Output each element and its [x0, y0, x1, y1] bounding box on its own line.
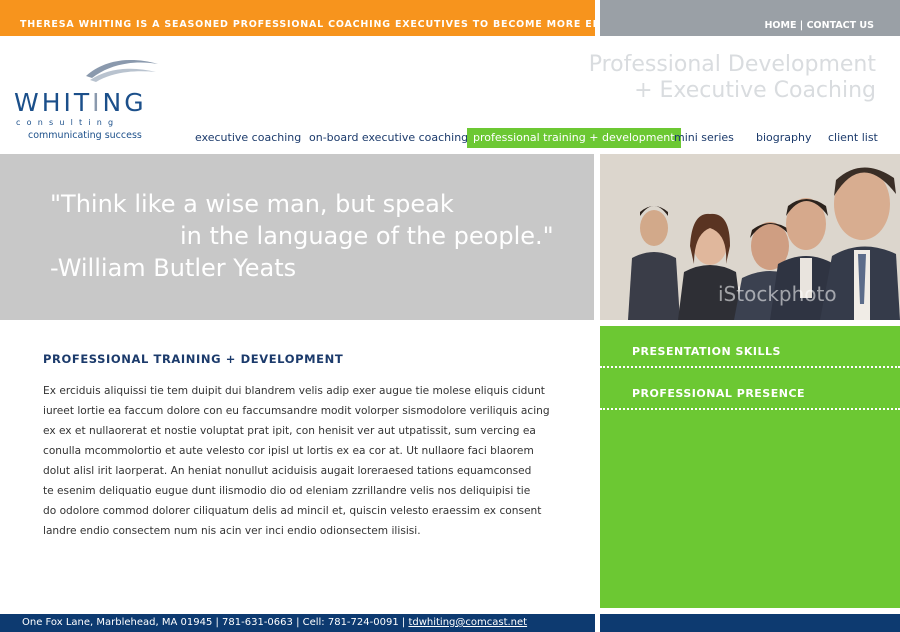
page-header-title: Professional Development + Executive Coa…	[589, 52, 876, 104]
nav-item-mini-series[interactable]: mini series	[674, 128, 734, 148]
body-line: te esenim deliquatio eugue dunt ilismodi…	[43, 485, 531, 497]
footer-contact-info: One Fox Lane, Marblehead, MA 01945 | 781…	[22, 617, 527, 628]
footer-address: One Fox Lane, Marblehead, MA 01945 | 781…	[22, 617, 406, 628]
nav-item-professional-training[interactable]: professional training + development	[467, 128, 681, 148]
footer-email-link[interactable]: tdwhiting@comcast.net	[408, 617, 527, 628]
top-links: HOME | CONTACT US	[764, 20, 874, 31]
sidebar-item-professional-presence[interactable]: PROFESSIONAL PRESENCE	[600, 368, 900, 410]
logo-subtitle: consulting	[16, 118, 120, 127]
header-title-line1: Professional Development	[588, 52, 876, 77]
quote-attribution: -William Butler Yeats	[50, 254, 297, 282]
sidebar-item-presentation-skills[interactable]: PRESENTATION SKILLS	[600, 326, 900, 368]
body-line: do odolore commod dolorer ciliquatum del…	[43, 505, 542, 517]
body-line: conulla mcommolortio et aute velesto cor…	[43, 445, 534, 457]
footer: One Fox Lane, Marblehead, MA 01945 | 781…	[0, 614, 595, 632]
header-title-line2: + Executive Coaching	[634, 78, 876, 103]
body-line: iureet lortie ea faccum dolore con eu fa…	[43, 405, 550, 417]
body-text: Ex erciduis aliquissi tie tem duipit dui…	[43, 381, 550, 541]
logo-word-a: WHIT	[14, 88, 93, 117]
tagline-bar: THERESA WHITING IS A SEASONED PROFESSION…	[0, 0, 711, 36]
logo-swoosh-icon	[86, 60, 158, 82]
quote-banner: "Think like a wise man, but speak in the…	[0, 154, 594, 320]
nav-item-client-list[interactable]: client list	[828, 128, 878, 148]
contact-us-link[interactable]: CONTACT US	[807, 20, 874, 31]
photo-watermark: iStockphoto	[718, 282, 837, 306]
quote-line-2: in the language of the people."	[180, 222, 554, 250]
nav-item-executive-coaching[interactable]: executive coaching	[195, 128, 301, 148]
body-line: ex ex et nullaorerat et nostie voluptat …	[43, 425, 536, 437]
logo-wordmark: WHITING	[14, 88, 147, 117]
top-links-bar: HOME | CONTACT US	[600, 0, 900, 36]
quote-line-1: "Think like a wise man, but speak	[50, 190, 454, 218]
section-heading: PROFESSIONAL TRAINING + DEVELOPMENT	[43, 352, 344, 366]
top-links-separator: |	[799, 20, 804, 31]
body-line: landre endio consectem num nis acin ver …	[43, 525, 421, 537]
sidebar-menu: PRESENTATION SKILLS PROFESSIONAL PRESENC…	[600, 326, 900, 608]
footer-right-bar	[600, 614, 900, 632]
main-content: PROFESSIONAL TRAINING + DEVELOPMENT Ex e…	[43, 352, 550, 541]
business-people-photo: iStockphoto	[600, 154, 900, 320]
logo-word-accent: I	[92, 88, 103, 117]
logo-word-c: NG	[102, 88, 147, 117]
body-line: dolut alisl irit laorperat. An heniat no…	[43, 465, 532, 477]
home-link[interactable]: HOME	[764, 20, 796, 31]
main-nav: executive coaching on-board executive co…	[0, 128, 900, 148]
body-line: Ex erciduis aliquissi tie tem duipit dui…	[43, 385, 545, 397]
nav-item-biography[interactable]: biography	[756, 128, 811, 148]
nav-item-on-board-executive-coaching[interactable]: on-board executive coaching	[309, 128, 468, 148]
